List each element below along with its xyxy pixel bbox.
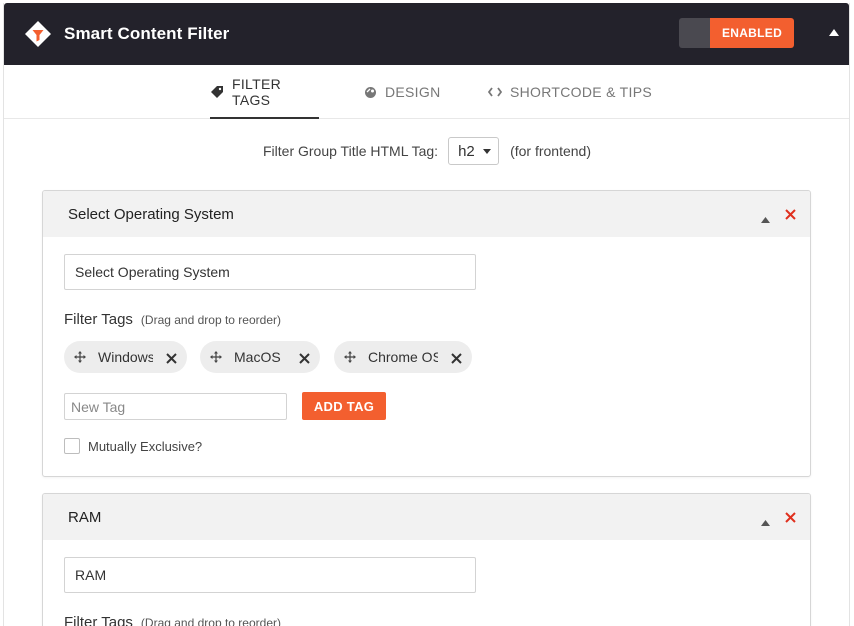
tag-icon — [210, 85, 224, 99]
filter-tags-label: Filter Tags — [64, 614, 133, 626]
tab-filter-tags[interactable]: FILTER TAGS — [210, 65, 319, 119]
enabled-toggle[interactable]: ENABLED — [679, 18, 794, 48]
filter-group-ram: RAM RAM Filter Tags (Drag and drop to re… — [42, 493, 811, 626]
tag-chip-label: MacOS — [234, 349, 281, 365]
group-title-input[interactable]: RAM — [64, 557, 476, 593]
remove-group-icon[interactable] — [785, 207, 796, 224]
mutually-exclusive-label: Mutually Exclusive? — [88, 438, 203, 454]
close-icon[interactable] — [451, 351, 462, 367]
mutually-exclusive-row: Mutually Exclusive? — [64, 438, 202, 454]
close-icon[interactable] — [166, 351, 177, 367]
tab-label: DESIGN — [385, 84, 441, 100]
filter-tags-heading: Filter Tags (Drag and drop to reorder) — [64, 311, 281, 328]
filter-tags-heading: Filter Tags (Drag and drop to reorder) — [64, 614, 281, 626]
tag-chip-label: Chrome OS — [368, 349, 438, 365]
header-bar: Smart Content Filter ENABLED — [4, 3, 849, 65]
title-tag-select[interactable]: h2 — [448, 137, 500, 165]
tab-label: SHORTCODE & TIPS — [510, 84, 652, 100]
filter-tags-hint: (Drag and drop to reorder) — [140, 616, 281, 626]
tab-design[interactable]: DESIGN — [364, 65, 440, 119]
group-title: Select Operating System — [68, 205, 234, 223]
tag-chip-label: Windows — [98, 349, 153, 365]
drag-move-icon[interactable] — [74, 351, 86, 363]
group-title: RAM — [68, 508, 102, 526]
new-tag-input[interactable]: New Tag — [64, 393, 287, 420]
filter-group-os: Select Operating System Select Operating… — [42, 190, 811, 477]
drag-move-icon[interactable] — [210, 351, 222, 363]
tag-chip[interactable]: MacOS — [200, 341, 320, 373]
add-tag-button[interactable]: ADD TAG — [302, 392, 386, 420]
collapse-up-icon[interactable] — [761, 513, 770, 530]
code-icon — [488, 86, 502, 98]
collapse-panel-icon[interactable] — [828, 27, 840, 37]
group-header: Select Operating System — [43, 191, 810, 237]
chevron-down-icon — [483, 149, 492, 154]
input-value: Select Operating System — [75, 264, 230, 280]
filter-tags-hint: (Drag and drop to reorder) — [140, 313, 281, 327]
mutually-exclusive-checkbox[interactable] — [64, 438, 80, 454]
drag-move-icon[interactable] — [344, 351, 356, 363]
tab-label: FILTER TAGS — [232, 76, 281, 108]
title-tag-hint: (for frontend) — [510, 143, 591, 159]
palette-icon — [364, 86, 377, 99]
input-value: RAM — [75, 567, 107, 583]
title-html-tag-row: Filter Group Title HTML Tag: h2 (for fro… — [0, 136, 854, 166]
filter-tags-label: Filter Tags — [64, 311, 133, 328]
group-header: RAM — [43, 494, 810, 540]
tab-shortcode-tips[interactable]: SHORTCODE & TIPS — [488, 65, 652, 119]
tag-chip[interactable]: Chrome OS — [334, 341, 472, 373]
tag-chip[interactable]: Windows — [64, 341, 187, 373]
tab-bar: FILTER TAGS DESIGN SHORTCODE & TIPS — [4, 65, 849, 119]
new-tag-placeholder: New Tag — [71, 398, 126, 415]
collapse-up-icon[interactable] — [761, 210, 770, 227]
title-tag-value: h2 — [458, 142, 475, 160]
group-title-input[interactable]: Select Operating System — [64, 254, 476, 290]
funnel-logo-icon — [24, 20, 52, 48]
remove-group-icon[interactable] — [785, 510, 796, 527]
app-title: Smart Content Filter — [64, 24, 230, 43]
close-icon[interactable] — [299, 351, 310, 367]
toggle-off-side — [679, 18, 710, 48]
title-tag-label: Filter Group Title HTML Tag: — [263, 143, 439, 159]
toggle-enabled-label: ENABLED — [710, 18, 794, 48]
